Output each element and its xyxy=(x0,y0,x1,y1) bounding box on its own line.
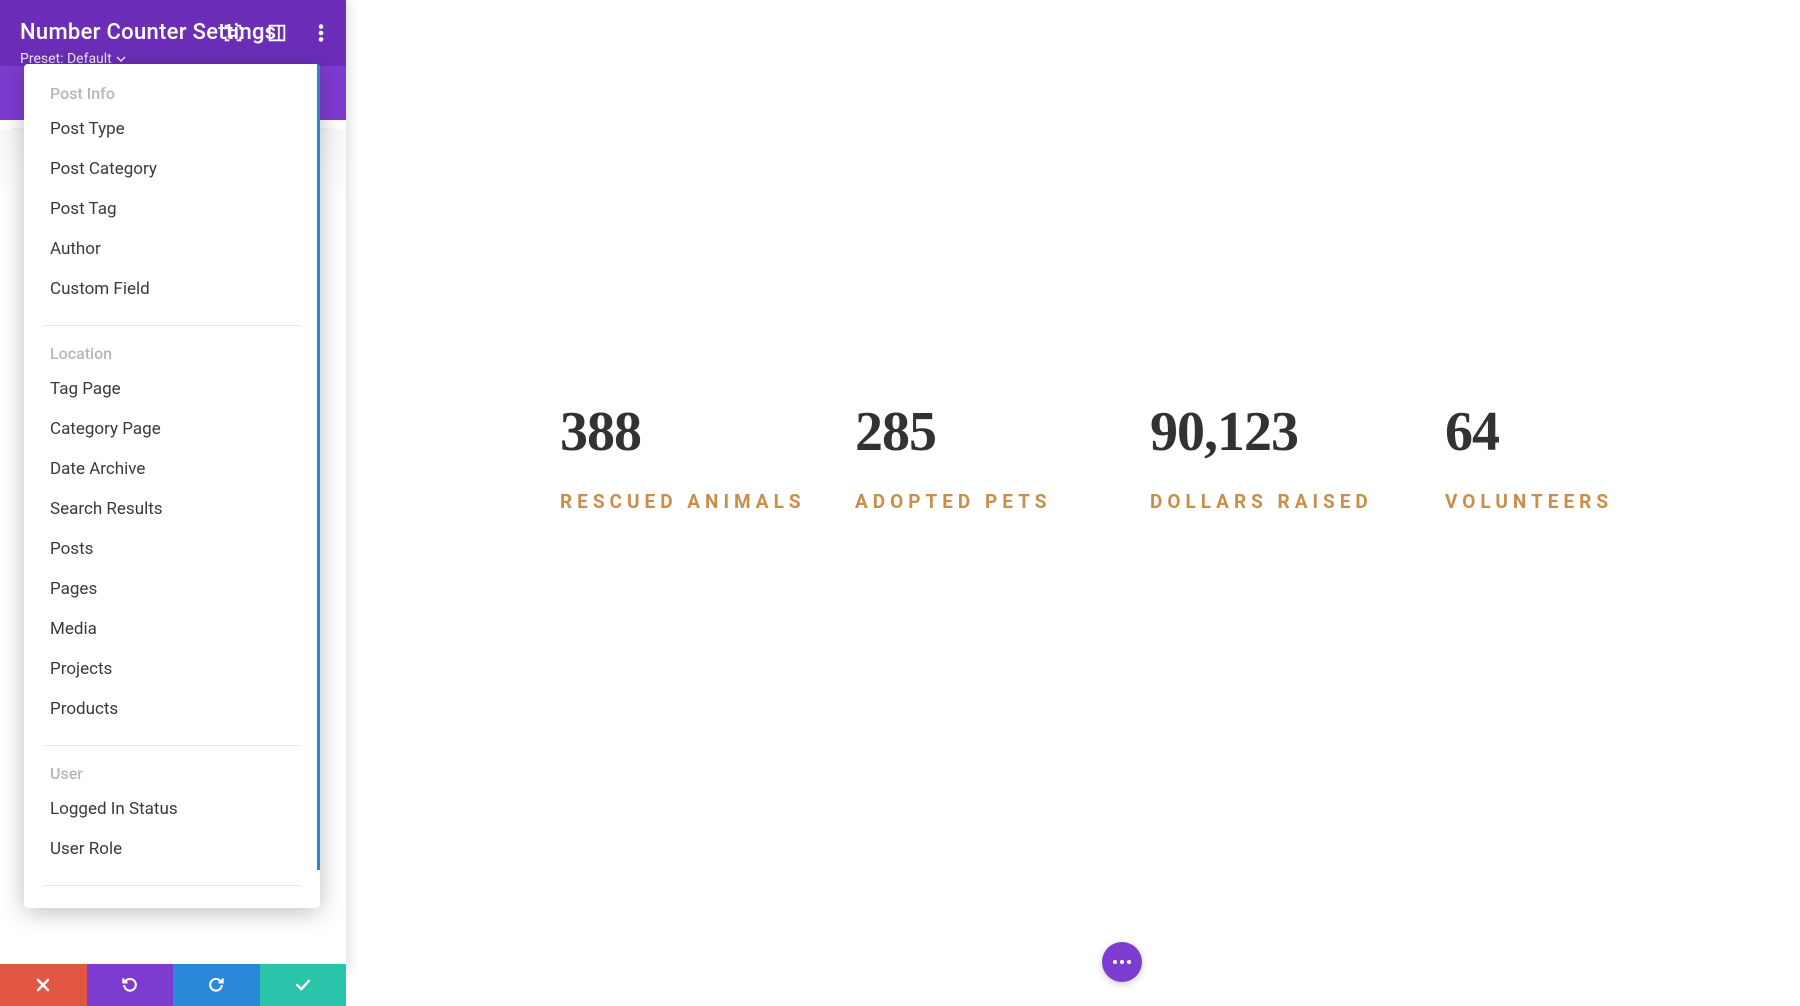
panel-header: Number Counter Settings Preset: Default xyxy=(0,0,346,66)
dropdown-item[interactable]: Search Results xyxy=(24,489,320,529)
cancel-button[interactable] xyxy=(0,964,87,1006)
counter-label: VOLUNTEERS xyxy=(1445,490,1740,513)
chevron-down-icon xyxy=(116,54,126,64)
dropdown-item[interactable]: Logged In Status xyxy=(24,789,320,829)
dropdown-item[interactable]: Post Tag xyxy=(24,189,320,229)
undo-button[interactable] xyxy=(87,964,174,1006)
dropdown-item[interactable]: Post Category xyxy=(24,149,320,189)
dropdown-group-header: Interaction xyxy=(24,886,320,908)
dropdown-item[interactable]: Tag Page xyxy=(24,369,320,409)
counter-number: 64 xyxy=(1445,400,1740,464)
counters-row: 388 RESCUED ANIMALS 285 ADOPTED PETS 90,123 D… xyxy=(560,400,1740,513)
counter-item: 90,123 DOLLARS RAISED xyxy=(1150,400,1445,513)
dropdown-group-header: User xyxy=(24,746,320,789)
counter-item: 388 RESCUED ANIMALS xyxy=(560,400,855,513)
scrollbar[interactable] xyxy=(317,64,320,870)
counter-label: DOLLARS RAISED xyxy=(1150,490,1445,513)
dropdown-group-header: Post Info xyxy=(24,72,320,109)
dropdown-item[interactable]: Category Page xyxy=(24,409,320,449)
dropdown-item[interactable]: User Role xyxy=(24,829,320,869)
floating-menu-button[interactable] xyxy=(1102,942,1142,982)
conditions-dropdown: Post InfoPost TypePost CategoryPost TagA… xyxy=(24,64,320,908)
dropdown-item[interactable]: Pages xyxy=(24,569,320,609)
dropdown-item[interactable]: Products xyxy=(24,689,320,729)
redo-button[interactable] xyxy=(173,964,260,1006)
dropdown-group-header: Location xyxy=(24,326,320,369)
counter-item: 64 VOLUNTEERS xyxy=(1445,400,1740,513)
footer-action-bar xyxy=(0,964,346,1006)
dropdown-item[interactable]: Posts xyxy=(24,529,320,569)
focus-icon[interactable] xyxy=(222,22,244,44)
dropdown-item[interactable]: Date Archive xyxy=(24,449,320,489)
more-vertical-icon[interactable] xyxy=(310,22,332,44)
counter-number: 285 xyxy=(855,400,1150,464)
dropdown-item[interactable]: Post Type xyxy=(24,109,320,149)
dropdown-item[interactable]: Projects xyxy=(24,649,320,689)
counter-label: RESCUED ANIMALS xyxy=(560,490,855,513)
counter-label: ADOPTED PETS xyxy=(855,490,1150,513)
dropdown-item[interactable]: Custom Field xyxy=(24,269,320,309)
dropdown-item[interactable]: Media xyxy=(24,609,320,649)
header-icons xyxy=(222,22,332,44)
panel-layout-icon[interactable] xyxy=(266,22,288,44)
confirm-button[interactable] xyxy=(260,964,347,1006)
counter-number: 90,123 xyxy=(1150,400,1445,464)
dropdown-item[interactable]: Author xyxy=(24,229,320,269)
counter-item: 285 ADOPTED PETS xyxy=(855,400,1150,513)
counter-number: 388 xyxy=(560,400,855,464)
